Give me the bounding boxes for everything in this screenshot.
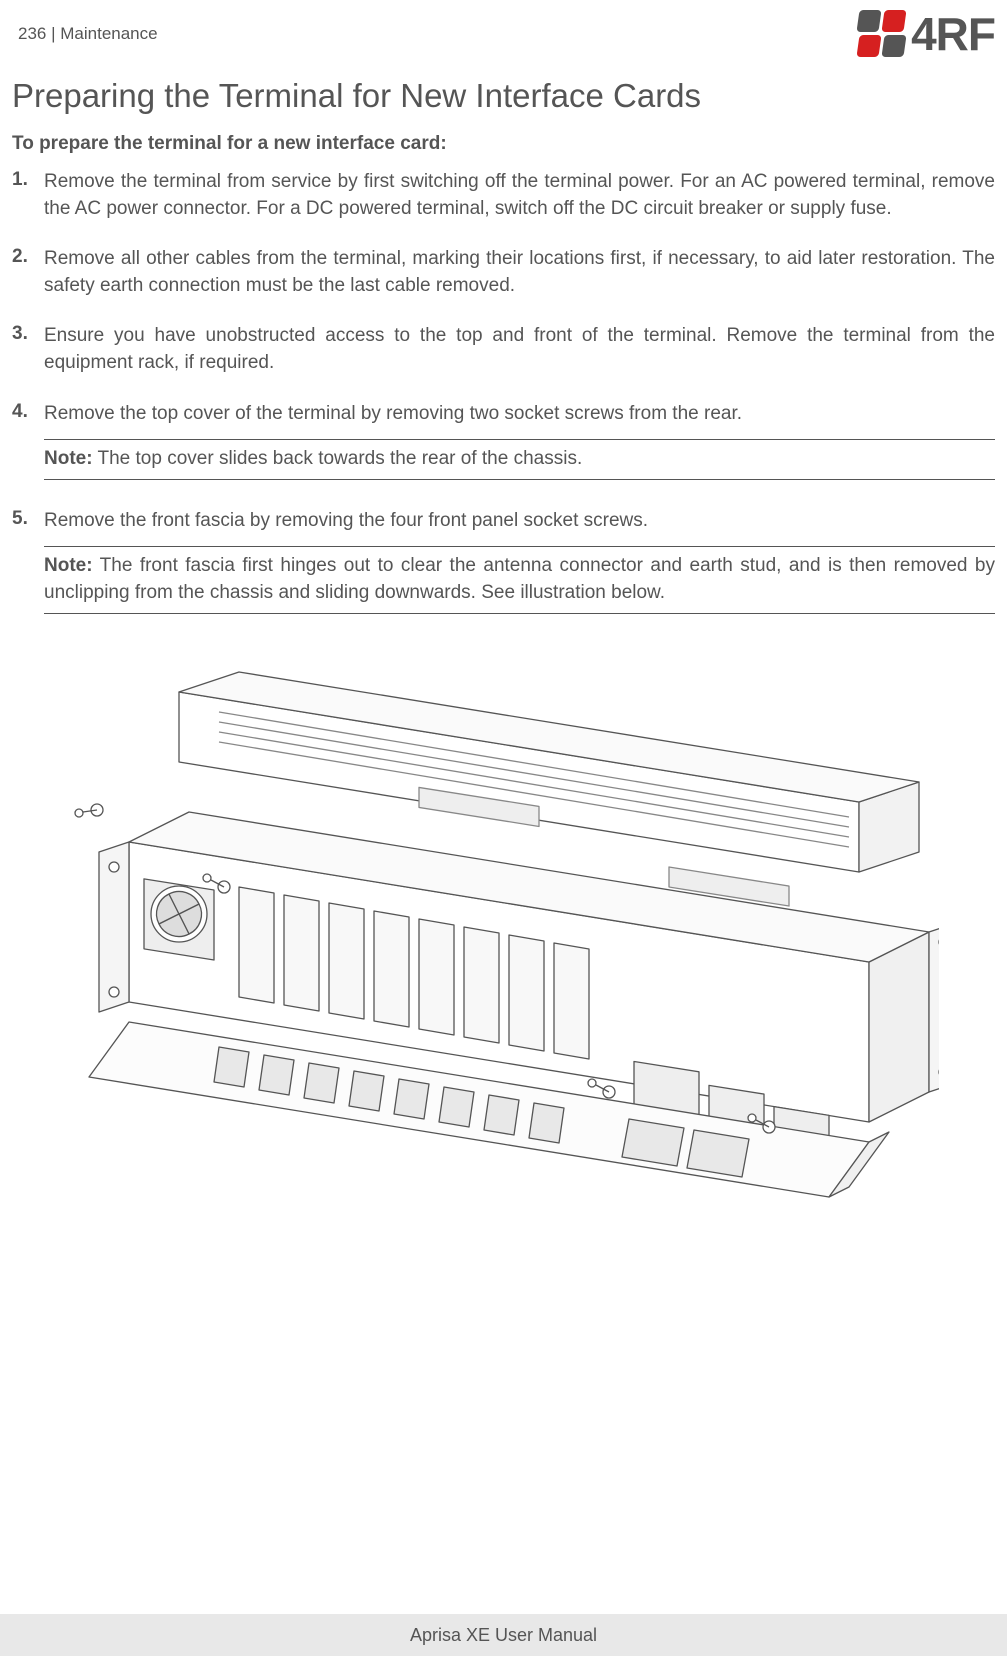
page-number: 236: [18, 24, 46, 43]
note-4-label: Note:: [44, 448, 93, 469]
chassis-svg-icon: [69, 642, 939, 1212]
step-1-text: Remove the terminal from service by firs…: [44, 169, 995, 222]
note-5-label: Note:: [44, 555, 93, 576]
note-5-text: The front fascia first hinges out to cle…: [44, 555, 995, 603]
note-step-4: Note: The top cover slides back towards …: [44, 439, 995, 480]
step-1: 1. Remove the terminal from service by f…: [12, 169, 995, 222]
step-4-text: Remove the top cover of the terminal by …: [44, 401, 995, 428]
step-4-number: 4.: [12, 401, 44, 428]
intro-text: To prepare the terminal for a new interf…: [12, 133, 995, 155]
section-name: Maintenance: [60, 24, 157, 43]
step-5-number: 5.: [12, 508, 44, 535]
note-4-text: The top cover slides back towards the re…: [93, 448, 583, 469]
step-3: 3. Ensure you have unobstructed access t…: [12, 323, 995, 376]
header-divider: |: [46, 24, 60, 43]
step-5-text: Remove the front fascia by removing the …: [44, 508, 995, 535]
step-3-text: Ensure you have unobstructed access to t…: [44, 323, 995, 376]
page-footer: Aprisa XE User Manual: [0, 1614, 1007, 1656]
step-2-number: 2.: [12, 246, 44, 299]
step-4: 4. Remove the top cover of the terminal …: [12, 401, 995, 428]
logo-squares-icon: [858, 10, 905, 57]
header-left: 236 | Maintenance: [18, 24, 158, 44]
page-content: Preparing the Terminal for New Interface…: [0, 57, 1007, 1212]
footer-text: Aprisa XE User Manual: [410, 1625, 597, 1646]
brand-logo: 4RF: [858, 10, 995, 57]
page-header: 236 | Maintenance 4RF: [0, 0, 1007, 57]
note-step-5: Note: The front fascia first hinges out …: [44, 546, 995, 613]
page-title: Preparing the Terminal for New Interface…: [12, 77, 995, 115]
logo-text: 4RF: [911, 11, 995, 57]
step-2: 2. Remove all other cables from the term…: [12, 246, 995, 299]
step-2-text: Remove all other cables from the termina…: [44, 246, 995, 299]
chassis-illustration: [69, 642, 939, 1212]
step-1-number: 1.: [12, 169, 44, 222]
step-3-number: 3.: [12, 323, 44, 376]
step-5: 5. Remove the front fascia by removing t…: [12, 508, 995, 535]
